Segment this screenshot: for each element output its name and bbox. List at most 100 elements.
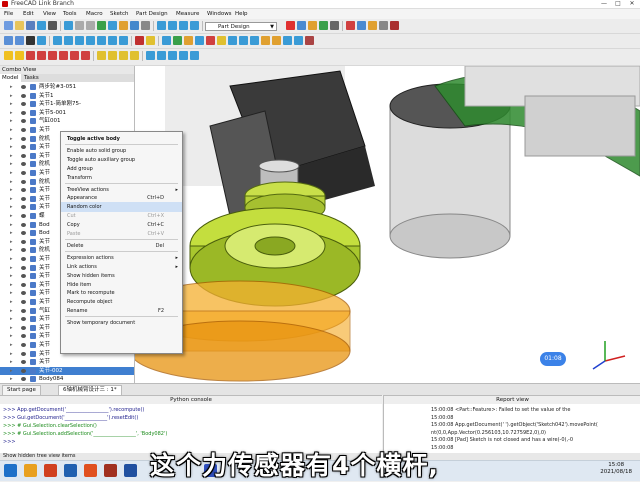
- measure-icon[interactable]: [346, 21, 355, 30]
- right-view-icon[interactable]: [190, 21, 199, 30]
- visibility-eye-icon[interactable]: [21, 153, 26, 158]
- visibility-eye-icon[interactable]: [21, 222, 26, 227]
- datum-point-icon[interactable]: [206, 36, 215, 45]
- subtractive-helix-icon[interactable]: [81, 51, 90, 60]
- expand-arrow-icon[interactable]: ▸: [10, 358, 13, 366]
- expand-arrow-icon[interactable]: ▸: [10, 160, 13, 168]
- tree-item[interactable]: ▸ 关节-002: [0, 366, 134, 375]
- front-view-icon[interactable]: [168, 21, 177, 30]
- help-icon[interactable]: [141, 21, 150, 30]
- additive-cylinder-icon[interactable]: [15, 51, 24, 60]
- additive-box-icon[interactable]: [4, 51, 13, 60]
- expand-arrow-icon[interactable]: ▸: [10, 92, 13, 100]
- clone-icon[interactable]: [250, 36, 259, 45]
- menu-file[interactable]: File: [4, 9, 13, 19]
- freecad-taskbar-icon[interactable]: [104, 464, 117, 477]
- context-menu-item[interactable]: Show temporary document: [61, 318, 182, 328]
- tree-item[interactable]: ▸ Body084: [0, 375, 134, 383]
- select-icon[interactable]: [130, 21, 139, 30]
- validate-sketch-icon[interactable]: [184, 36, 193, 45]
- chamfer-icon[interactable]: [157, 51, 166, 60]
- subtractive-pipe-icon[interactable]: [70, 51, 79, 60]
- redo-icon[interactable]: [86, 21, 95, 30]
- expand-arrow-icon[interactable]: ▸: [10, 109, 13, 117]
- visibility-eye-icon[interactable]: [21, 368, 26, 373]
- visibility-eye-icon[interactable]: [21, 325, 26, 330]
- tree-item[interactable]: ▸ 关节1: [0, 92, 134, 100]
- context-menu-item[interactable]: Rename F2: [61, 306, 182, 316]
- groove-icon[interactable]: [48, 51, 57, 60]
- expand-arrow-icon[interactable]: ▸: [10, 289, 13, 297]
- expand-arrow-icon[interactable]: ▸: [10, 315, 13, 323]
- visibility-eye-icon[interactable]: [21, 282, 26, 287]
- expand-arrow-icon[interactable]: ▸: [10, 238, 13, 246]
- expand-arrow-icon[interactable]: ▸: [10, 186, 13, 194]
- visibility-eye-icon[interactable]: [21, 360, 26, 365]
- visibility-eye-icon[interactable]: [21, 334, 26, 339]
- measure-clear-icon[interactable]: [368, 21, 377, 30]
- top-view-icon[interactable]: [179, 21, 188, 30]
- body-icon[interactable]: [162, 36, 171, 45]
- tree-item[interactable]: ▸ 两步轮#3-051: [0, 83, 134, 91]
- linear-pattern-icon[interactable]: [108, 51, 117, 60]
- undo-icon[interactable]: [75, 21, 84, 30]
- minimize-button[interactable]: —: [598, 0, 610, 8]
- visibility-eye-icon[interactable]: [21, 196, 26, 201]
- visibility-eye-icon[interactable]: [21, 119, 26, 124]
- menu-part-design[interactable]: Part Design: [136, 9, 168, 19]
- measure-delta-icon[interactable]: [390, 21, 399, 30]
- bounding-box-icon[interactable]: [37, 36, 46, 45]
- boolean-icon[interactable]: [190, 51, 199, 60]
- context-menu-item[interactable]: Toggle active body: [61, 134, 182, 144]
- expand-arrow-icon[interactable]: ▸: [10, 350, 13, 358]
- visibility-eye-icon[interactable]: [21, 162, 26, 167]
- visibility-eye-icon[interactable]: [21, 171, 26, 175]
- expand-arrow-icon[interactable]: ▸: [10, 195, 13, 203]
- pipe-icon[interactable]: [294, 36, 303, 45]
- tab-tasks[interactable]: Tasks: [22, 74, 41, 82]
- close-button[interactable]: ✕: [626, 0, 638, 8]
- expand-arrow-icon[interactable]: ▸: [10, 307, 13, 315]
- draft-icon[interactable]: [168, 51, 177, 60]
- map-sketch-icon[interactable]: [195, 36, 204, 45]
- visibility-eye-icon[interactable]: [21, 308, 26, 313]
- visibility-eye-icon[interactable]: [21, 343, 26, 347]
- expand-arrow-icon[interactable]: ▸: [10, 332, 13, 340]
- expand-arrow-icon[interactable]: ▸: [10, 367, 13, 375]
- maximize-button[interactable]: □: [612, 0, 624, 8]
- visibility-eye-icon[interactable]: [21, 102, 26, 107]
- taskbar-app-icon[interactable]: [124, 464, 137, 477]
- workbench-selector[interactable]: Part Design ▼: [205, 22, 277, 31]
- visibility-eye-icon[interactable]: [21, 257, 26, 261]
- app-icon[interactable]: [44, 464, 57, 477]
- visibility-eye-icon[interactable]: [21, 205, 26, 210]
- visibility-eye-icon[interactable]: [21, 231, 26, 236]
- windows-start-icon[interactable]: [4, 464, 17, 477]
- menu-edit[interactable]: Edit: [23, 9, 34, 19]
- axo-view-icon[interactable]: [64, 21, 73, 30]
- expand-arrow-icon[interactable]: ▸: [10, 169, 13, 177]
- revolution-icon[interactable]: [272, 36, 281, 45]
- expand-arrow-icon[interactable]: ▸: [10, 212, 13, 220]
- rear-icon[interactable]: [97, 36, 106, 45]
- expand-arrow-icon[interactable]: ▸: [10, 83, 13, 91]
- subtractive-icon[interactable]: [26, 51, 35, 60]
- browser-icon[interactable]: [84, 464, 97, 477]
- run-macro-icon[interactable]: [319, 21, 328, 30]
- datum-line-icon[interactable]: [217, 36, 226, 45]
- pad-icon[interactable]: [261, 36, 270, 45]
- measure-angle-icon[interactable]: [357, 21, 366, 30]
- menu-tools[interactable]: Tools: [63, 9, 77, 19]
- menu-view[interactable]: View: [43, 9, 56, 19]
- menu-measure[interactable]: Measure: [176, 9, 199, 19]
- fit-selection-icon[interactable]: [15, 36, 24, 45]
- expand-arrow-icon[interactable]: ▸: [10, 246, 13, 254]
- expand-arrow-icon[interactable]: ▸: [10, 255, 13, 263]
- polar-pattern-icon[interactable]: [119, 51, 128, 60]
- top-icon[interactable]: [75, 36, 84, 45]
- visibility-eye-icon[interactable]: [21, 214, 26, 218]
- expand-arrow-icon[interactable]: ▸: [10, 341, 13, 349]
- expand-arrow-icon[interactable]: ▸: [10, 100, 13, 108]
- visibility-eye-icon[interactable]: [21, 110, 26, 115]
- expand-arrow-icon[interactable]: ▸: [10, 143, 13, 151]
